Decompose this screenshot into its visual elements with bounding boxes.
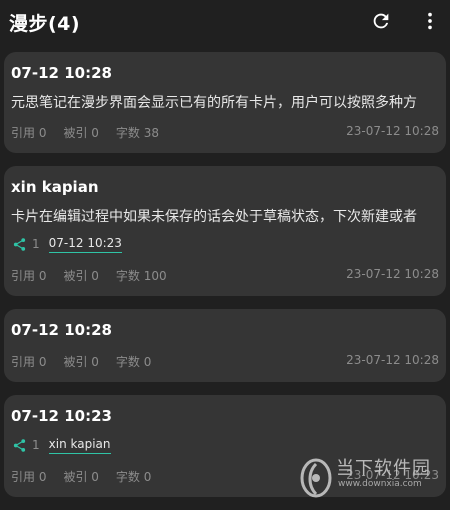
share-icon xyxy=(11,437,27,453)
refresh-icon xyxy=(373,13,389,29)
card-date: 23-07-12 10:28 xyxy=(346,353,439,367)
cited-by-count: 被引 0 xyxy=(63,355,99,369)
app-root: 漫步(4) 07-12 10:28 元思笔记在漫步界面会显示已有的所有卡片，用户… xyxy=(0,0,450,510)
link-count: 1 xyxy=(32,237,40,251)
more-options-button[interactable] xyxy=(416,7,444,35)
card-body: 元思笔记在漫步界面会显示已有的所有卡片，用户可以按照多种方 xyxy=(11,95,417,111)
linked-card-chip[interactable]: 07-12 10:23 xyxy=(48,236,122,253)
watermark-url: www.downxia.com xyxy=(338,479,422,489)
refresh-button[interactable] xyxy=(367,7,395,35)
cited-by-count: 被引 0 xyxy=(63,269,99,283)
card-date: 23-07-12 10:28 xyxy=(346,124,439,138)
link-row: 1 xin kapian xyxy=(11,434,111,456)
cited-count: 引用 0 xyxy=(11,470,47,484)
card-title: 07-12 10:23 xyxy=(11,407,112,425)
word-count: 字数 0 xyxy=(115,355,152,369)
card-stats: 引用 0 被引 0 字数 0 xyxy=(11,468,168,485)
cited-by-count: 被引 0 xyxy=(63,126,99,140)
cited-by-count: 被引 0 xyxy=(63,470,99,484)
watermark-text: 当下软件园 xyxy=(336,458,431,479)
note-card[interactable]: xin kapian 卡片在编辑过程中如果未保存的话会处于草稿状态，下次新建或者… xyxy=(4,166,446,296)
linked-card-chip[interactable]: xin kapian xyxy=(48,437,111,454)
watermark: 当下软件园 www.downxia.com xyxy=(296,452,450,510)
watermark-logo-icon xyxy=(300,458,332,498)
word-count: 字数 38 xyxy=(115,126,159,140)
cited-count: 引用 0 xyxy=(11,269,47,283)
card-date: 23-07-12 10:28 xyxy=(346,267,439,281)
app-bar: 漫步(4) xyxy=(0,0,450,42)
word-count: 字数 0 xyxy=(115,470,152,484)
card-body: 卡片在编辑过程中如果未保存的话会处于草稿状态，下次新建或者 xyxy=(11,209,417,225)
card-stats: 引用 0 被引 0 字数 100 xyxy=(11,267,184,284)
link-row: 1 07-12 10:23 xyxy=(11,233,122,255)
note-card[interactable]: 07-12 10:28 引用 0 被引 0 字数 0 23-07-12 10:2… xyxy=(4,309,446,382)
card-stats: 引用 0 被引 0 字数 0 xyxy=(11,353,168,370)
card-title: xin kapian xyxy=(11,178,99,196)
page-title: 漫步(4) xyxy=(9,13,81,35)
more-vert-icon xyxy=(428,12,432,30)
word-count: 字数 100 xyxy=(115,269,167,283)
link-count: 1 xyxy=(32,438,40,452)
card-stats: 引用 0 被引 0 字数 38 xyxy=(11,124,176,141)
card-title: 07-12 10:28 xyxy=(11,64,112,82)
share-icon xyxy=(11,236,27,252)
cited-count: 引用 0 xyxy=(11,126,47,140)
note-card[interactable]: 07-12 10:28 元思笔记在漫步界面会显示已有的所有卡片，用户可以按照多种… xyxy=(4,52,446,153)
card-title: 07-12 10:28 xyxy=(11,321,112,339)
cited-count: 引用 0 xyxy=(11,355,47,369)
